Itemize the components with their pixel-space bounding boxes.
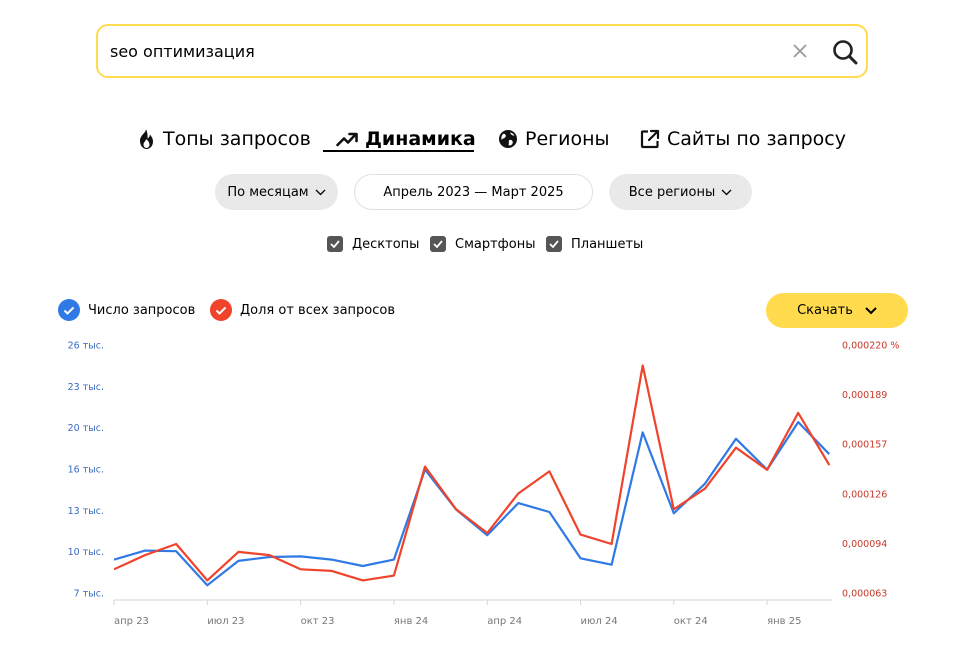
- series-line-query-count: [114, 420, 831, 587]
- download-button[interactable]: Скачать: [766, 293, 908, 328]
- fire-icon: [140, 129, 153, 149]
- tab-top-queries[interactable]: Топы запросов: [136, 124, 311, 154]
- tab-label: Топы запросов: [163, 128, 311, 150]
- device-tablets-checkbox[interactable]: Планшеты: [546, 235, 643, 253]
- device-label: Десктопы: [352, 236, 420, 252]
- y-right-tick-label: 0,000063: [842, 589, 887, 600]
- date-range-value: Апрель 2023 — Март 2025: [383, 184, 564, 200]
- y-right-tick-label: 0,000157: [842, 440, 887, 451]
- y-right-tick-label: 0,000189: [842, 390, 887, 401]
- legend-label: Доля от всех запросов: [240, 302, 396, 318]
- external-link-icon: [640, 129, 660, 149]
- series-line-share: [114, 364, 831, 582]
- search-input[interactable]: [110, 26, 770, 76]
- period-group-value: По месяцам: [227, 184, 309, 200]
- region-value: Все регионы: [628, 184, 716, 200]
- x-tick-label: янв 24: [394, 616, 428, 627]
- region-select[interactable]: Все регионы: [609, 174, 752, 210]
- legend-query-count[interactable]: Число запросов: [58, 298, 195, 322]
- active-tab-underline: [323, 150, 474, 152]
- legend-check-icon: [58, 299, 80, 321]
- tab-label: Динамика: [365, 128, 476, 150]
- x-tick-label: янв 25: [767, 616, 801, 627]
- chevron-down-icon: [865, 306, 877, 314]
- y-left-tick-label: 20 тыс.: [68, 423, 104, 434]
- magnifier-icon[interactable]: [832, 39, 858, 65]
- checkbox-check-icon: [327, 236, 343, 252]
- chevron-down-icon: [315, 189, 326, 195]
- device-label: Смартфоны: [455, 236, 536, 252]
- y-left-tick-label: 13 тыс.: [68, 506, 104, 517]
- tab-label: Сайты по запросу: [667, 128, 846, 150]
- dynamics-chart: 7 тыс. 10 тыс. 13 тыс. 16 тыс. 20 тыс. 23 тыс…: [68, 341, 900, 628]
- legend-check-icon: [210, 299, 232, 321]
- x-tick-label: июл 24: [581, 616, 618, 627]
- x-tick-label: апр 23: [114, 616, 149, 627]
- device-label: Планшеты: [571, 236, 644, 252]
- period-group-select[interactable]: По месяцам: [215, 174, 338, 210]
- search-bar: [96, 24, 868, 78]
- legend-label: Число запросов: [88, 302, 196, 318]
- legend-share[interactable]: Доля от всех запросов: [210, 298, 395, 322]
- y-left-tick-label: 10 тыс.: [68, 547, 104, 558]
- y-right-tick-label: 0,000126: [842, 489, 887, 500]
- y-right-tick-label: 0,000094: [842, 539, 887, 550]
- x-tick-label: июл 23: [207, 616, 244, 627]
- tab-label: Регионы: [525, 128, 610, 150]
- device-desktops-checkbox[interactable]: Десктопы: [327, 235, 419, 253]
- y-left-tick-label: 16 тыс.: [68, 465, 104, 476]
- y-left-tick-label: 26 тыс.: [68, 341, 104, 352]
- y-left-tick-label: 23 тыс.: [68, 382, 104, 393]
- globe-icon: [499, 130, 517, 148]
- checkbox-check-icon: [546, 236, 562, 252]
- chevron-down-icon: [721, 189, 732, 195]
- close-icon[interactable]: [792, 43, 808, 59]
- tab-sites[interactable]: Сайты по запросу: [640, 124, 846, 154]
- device-smartphones-checkbox[interactable]: Смартфоны: [430, 235, 536, 253]
- download-label: Скачать: [797, 303, 853, 318]
- y-right-tick-label: 0,000220 %: [842, 341, 899, 352]
- date-range-picker[interactable]: Апрель 2023 — Март 2025: [354, 174, 593, 210]
- tab-regions[interactable]: Регионы: [498, 124, 610, 154]
- checkbox-check-icon: [430, 236, 446, 252]
- x-tick-label: апр 24: [487, 616, 522, 627]
- x-tick-label: окт 23: [301, 616, 335, 627]
- x-tick-label: окт 24: [674, 616, 708, 627]
- y-left-tick-label: 7 тыс.: [74, 589, 104, 600]
- trend-up-icon: [336, 132, 358, 147]
